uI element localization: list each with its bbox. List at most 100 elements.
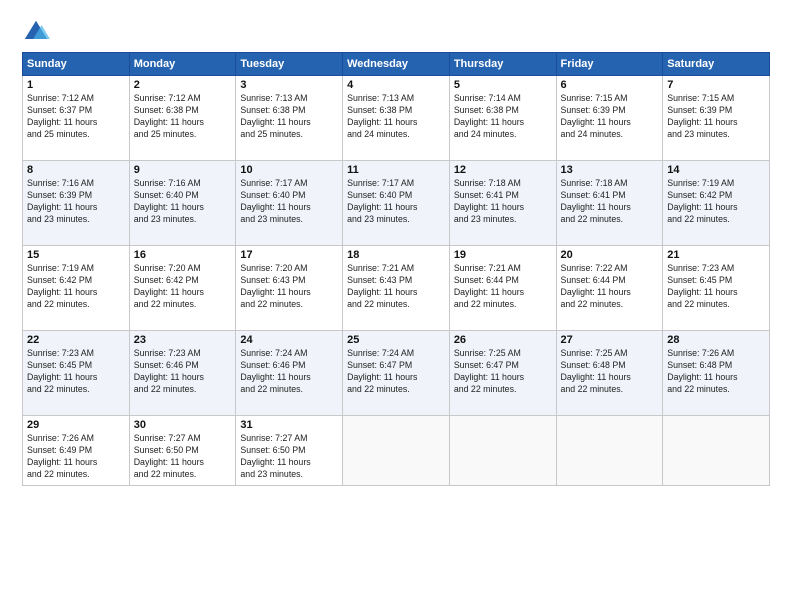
calendar-week-row: 29 Sunrise: 7:26 AM Sunset: 6:49 PM Dayli…: [23, 416, 770, 486]
weekday-header-saturday: Saturday: [663, 53, 770, 76]
weekday-header-wednesday: Wednesday: [343, 53, 450, 76]
calendar-cell: 25Sunrise: 7:24 AM Sunset: 6:47 PM Dayli…: [343, 331, 450, 416]
day-info: Sunrise: 7:23 AM Sunset: 6:45 PM Dayligh…: [667, 263, 765, 311]
day-info: Sunrise: 7:19 AM Sunset: 6:42 PM Dayligh…: [27, 263, 125, 311]
calendar-cell: 31 Sunrise: 7:27 AM Sunset: 6:50 PM Dayli…: [236, 416, 343, 486]
logo-icon: [22, 18, 50, 46]
weekday-header-monday: Monday: [129, 53, 236, 76]
calendar-cell: 12 Sunrise: 7:18 AM Sunset: 6:41 PM Dayli…: [449, 161, 556, 246]
calendar-cell: 8 Sunrise: 7:16 AM Sunset: 6:39 PM Daylig…: [23, 161, 130, 246]
weekday-header-tuesday: Tuesday: [236, 53, 343, 76]
day-number: 18: [347, 249, 445, 261]
calendar-cell: 1Sunrise: 7:12 AM Sunset: 6:37 PM Daylig…: [23, 76, 130, 161]
calendar-cell: 15Sunrise: 7:19 AM Sunset: 6:42 PM Dayli…: [23, 246, 130, 331]
day-info: Sunrise: 7:16 AM Sunset: 6:39 PM Dayligh…: [27, 178, 125, 226]
day-info: Sunrise: 7:23 AM Sunset: 6:46 PM Dayligh…: [134, 348, 232, 396]
day-number: 8: [27, 164, 125, 176]
day-info: Sunrise: 7:17 AM Sunset: 6:40 PM Dayligh…: [240, 178, 338, 226]
day-number: 23: [134, 334, 232, 346]
calendar-cell: 5 Sunrise: 7:14 AM Sunset: 6:38 PM Daylig…: [449, 76, 556, 161]
day-number: 10: [240, 164, 338, 176]
day-info: Sunrise: 7:17 AM Sunset: 6:40 PM Dayligh…: [347, 178, 445, 226]
calendar-week-row: 15Sunrise: 7:19 AM Sunset: 6:42 PM Dayli…: [23, 246, 770, 331]
day-number: 16: [134, 249, 232, 261]
calendar-cell: 10 Sunrise: 7:17 AM Sunset: 6:40 PM Dayli…: [236, 161, 343, 246]
day-number: 13: [561, 164, 659, 176]
calendar-cell: 2 Sunrise: 7:12 AM Sunset: 6:38 PM Daylig…: [129, 76, 236, 161]
calendar-cell: 13 Sunrise: 7:18 AM Sunset: 6:41 PM Dayli…: [556, 161, 663, 246]
weekday-header-thursday: Thursday: [449, 53, 556, 76]
day-info: Sunrise: 7:20 AM Sunset: 6:42 PM Dayligh…: [134, 263, 232, 311]
day-number: 7: [667, 79, 765, 91]
calendar-cell: 3 Sunrise: 7:13 AM Sunset: 6:38 PM Daylig…: [236, 76, 343, 161]
day-info: Sunrise: 7:23 AM Sunset: 6:45 PM Dayligh…: [27, 348, 125, 396]
day-info: Sunrise: 7:12 AM Sunset: 6:37 PM Dayligh…: [27, 93, 125, 141]
logo: [22, 18, 54, 46]
calendar-cell: [449, 416, 556, 486]
weekday-header-row: SundayMondayTuesdayWednesdayThursdayFrid…: [23, 53, 770, 76]
day-info: Sunrise: 7:16 AM Sunset: 6:40 PM Dayligh…: [134, 178, 232, 226]
day-number: 21: [667, 249, 765, 261]
day-number: 6: [561, 79, 659, 91]
calendar-cell: 27Sunrise: 7:25 AM Sunset: 6:48 PM Dayli…: [556, 331, 663, 416]
header: [22, 18, 770, 46]
day-number: 29: [27, 419, 125, 431]
day-info: Sunrise: 7:18 AM Sunset: 6:41 PM Dayligh…: [454, 178, 552, 226]
calendar: SundayMondayTuesdayWednesdayThursdayFrid…: [22, 52, 770, 486]
day-info: Sunrise: 7:18 AM Sunset: 6:41 PM Dayligh…: [561, 178, 659, 226]
calendar-cell: 14 Sunrise: 7:19 AM Sunset: 6:42 PM Dayli…: [663, 161, 770, 246]
calendar-cell: 7 Sunrise: 7:15 AM Sunset: 6:39 PM Daylig…: [663, 76, 770, 161]
calendar-cell: 28 Sunrise: 7:26 AM Sunset: 6:48 PM Dayli…: [663, 331, 770, 416]
day-number: 14: [667, 164, 765, 176]
day-info: Sunrise: 7:13 AM Sunset: 6:38 PM Dayligh…: [347, 93, 445, 141]
day-info: Sunrise: 7:21 AM Sunset: 6:43 PM Dayligh…: [347, 263, 445, 311]
day-info: Sunrise: 7:24 AM Sunset: 6:46 PM Dayligh…: [240, 348, 338, 396]
day-info: Sunrise: 7:13 AM Sunset: 6:38 PM Dayligh…: [240, 93, 338, 141]
day-number: 11: [347, 164, 445, 176]
calendar-cell: 6 Sunrise: 7:15 AM Sunset: 6:39 PM Daylig…: [556, 76, 663, 161]
day-info: Sunrise: 7:27 AM Sunset: 6:50 PM Dayligh…: [240, 433, 338, 481]
day-number: 28: [667, 334, 765, 346]
day-info: Sunrise: 7:22 AM Sunset: 6:44 PM Dayligh…: [561, 263, 659, 311]
calendar-cell: 21 Sunrise: 7:23 AM Sunset: 6:45 PM Dayli…: [663, 246, 770, 331]
weekday-header-sunday: Sunday: [23, 53, 130, 76]
day-info: Sunrise: 7:15 AM Sunset: 6:39 PM Dayligh…: [667, 93, 765, 141]
calendar-cell: 30 Sunrise: 7:27 AM Sunset: 6:50 PM Dayli…: [129, 416, 236, 486]
day-number: 12: [454, 164, 552, 176]
day-number: 5: [454, 79, 552, 91]
calendar-cell: 16 Sunrise: 7:20 AM Sunset: 6:42 PM Dayli…: [129, 246, 236, 331]
calendar-cell: 4 Sunrise: 7:13 AM Sunset: 6:38 PM Daylig…: [343, 76, 450, 161]
day-number: 25: [347, 334, 445, 346]
calendar-cell: [556, 416, 663, 486]
day-number: 3: [240, 79, 338, 91]
day-number: 30: [134, 419, 232, 431]
day-info: Sunrise: 7:20 AM Sunset: 6:43 PM Dayligh…: [240, 263, 338, 311]
day-number: 17: [240, 249, 338, 261]
day-number: 24: [240, 334, 338, 346]
day-info: Sunrise: 7:26 AM Sunset: 6:48 PM Dayligh…: [667, 348, 765, 396]
calendar-cell: [663, 416, 770, 486]
page: SundayMondayTuesdayWednesdayThursdayFrid…: [0, 0, 792, 612]
calendar-cell: 20 Sunrise: 7:22 AM Sunset: 6:44 PM Dayli…: [556, 246, 663, 331]
day-info: Sunrise: 7:14 AM Sunset: 6:38 PM Dayligh…: [454, 93, 552, 141]
day-number: 31: [240, 419, 338, 431]
calendar-week-row: 1Sunrise: 7:12 AM Sunset: 6:37 PM Daylig…: [23, 76, 770, 161]
day-info: Sunrise: 7:27 AM Sunset: 6:50 PM Dayligh…: [134, 433, 232, 481]
day-number: 22: [27, 334, 125, 346]
calendar-cell: 23 Sunrise: 7:23 AM Sunset: 6:46 PM Dayli…: [129, 331, 236, 416]
calendar-cell: 29 Sunrise: 7:26 AM Sunset: 6:49 PM Dayli…: [23, 416, 130, 486]
day-number: 26: [454, 334, 552, 346]
day-number: 4: [347, 79, 445, 91]
day-info: Sunrise: 7:15 AM Sunset: 6:39 PM Dayligh…: [561, 93, 659, 141]
day-info: Sunrise: 7:21 AM Sunset: 6:44 PM Dayligh…: [454, 263, 552, 311]
calendar-cell: 19Sunrise: 7:21 AM Sunset: 6:44 PM Dayli…: [449, 246, 556, 331]
day-number: 2: [134, 79, 232, 91]
day-info: Sunrise: 7:19 AM Sunset: 6:42 PM Dayligh…: [667, 178, 765, 226]
day-info: Sunrise: 7:26 AM Sunset: 6:49 PM Dayligh…: [27, 433, 125, 481]
calendar-cell: 18 Sunrise: 7:21 AM Sunset: 6:43 PM Dayli…: [343, 246, 450, 331]
day-number: 27: [561, 334, 659, 346]
day-info: Sunrise: 7:12 AM Sunset: 6:38 PM Dayligh…: [134, 93, 232, 141]
day-number: 20: [561, 249, 659, 261]
calendar-cell: 22 Sunrise: 7:23 AM Sunset: 6:45 PM Dayli…: [23, 331, 130, 416]
weekday-header-friday: Friday: [556, 53, 663, 76]
